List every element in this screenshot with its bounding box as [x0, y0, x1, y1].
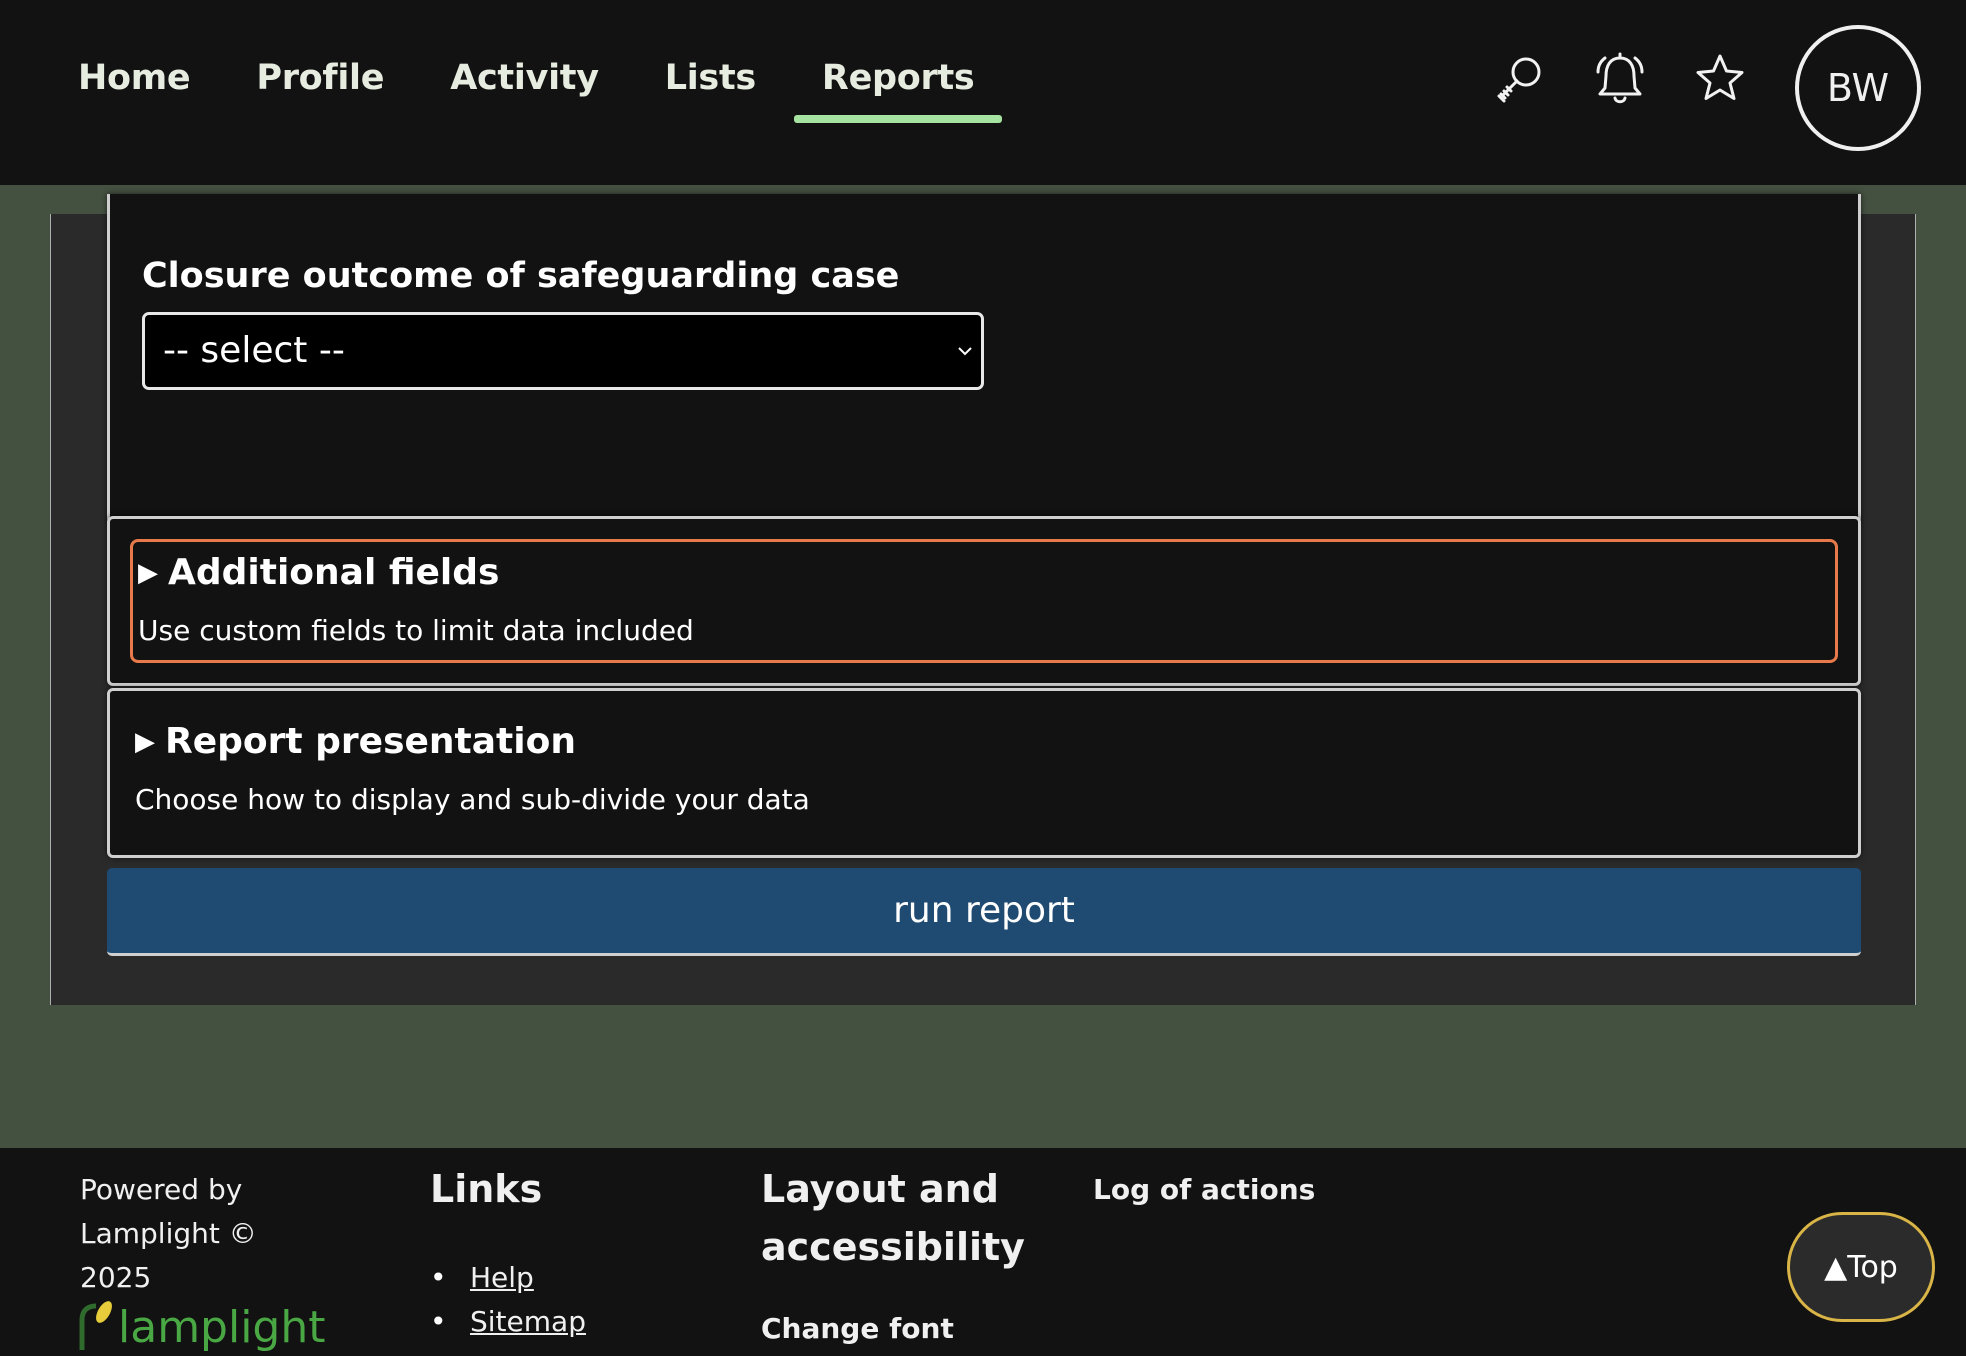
top-navigation: Home Profile Activity Lists Reports BW [0, 0, 1966, 185]
additional-fields-card: ▶ Additional fields Use custom fields to… [107, 516, 1861, 686]
nav-lists[interactable]: Lists [665, 52, 757, 104]
star-icon[interactable] [1690, 50, 1750, 110]
lamplight-logo[interactable]: lamplight [78, 1298, 326, 1350]
run-report-button[interactable]: run report [107, 868, 1861, 956]
log-of-actions-link[interactable]: Log of actions [1093, 1173, 1315, 1206]
powered-by-line: Powered by [80, 1173, 243, 1206]
report-presentation-card: ▶ Report presentation Choose how to disp… [107, 688, 1861, 858]
user-avatar[interactable]: BW [1795, 25, 1921, 151]
bell-icon[interactable] [1590, 50, 1650, 110]
layout-heading-line: Layout and [761, 1167, 999, 1211]
nav-reports[interactable]: Reports [794, 52, 1002, 123]
logo-text: lamplight [118, 1302, 326, 1353]
change-font-link[interactable]: Change font [761, 1312, 954, 1345]
expand-triangle-icon: ▶ [138, 557, 158, 588]
powered-by-line: Lamplight © [80, 1217, 257, 1250]
closure-outcome-card: Closure outcome of safeguarding case -- … [107, 194, 1861, 524]
lamp-icon [79, 1301, 112, 1350]
powered-by-year: 2025 [80, 1261, 152, 1294]
search-icon[interactable] [1490, 50, 1550, 110]
footer: Powered by Lamplight © 2025 lamplight Li… [0, 1148, 1966, 1356]
report-presentation-toggle[interactable]: ▶ Report presentation Choose how to disp… [130, 711, 1838, 835]
footer-links: Help Sitemap [430, 1256, 586, 1344]
powered-by-text: Powered by Lamplight © 2025 [80, 1168, 320, 1300]
layout-accessibility-heading: Layout and accessibility [761, 1160, 1025, 1276]
report-presentation-title: Report presentation [165, 721, 576, 762]
nav-profile[interactable]: Profile [256, 52, 384, 104]
closure-outcome-label: Closure outcome of safeguarding case [142, 256, 900, 296]
back-to-top-button[interactable]: ▲Top [1787, 1212, 1935, 1322]
help-link[interactable]: Help [470, 1261, 534, 1294]
chevron-down-icon [958, 347, 972, 356]
expand-triangle-icon: ▶ [135, 726, 155, 757]
nav-activity[interactable]: Activity [450, 52, 599, 104]
links-heading: Links [430, 1167, 543, 1211]
layout-heading-line: accessibility [761, 1225, 1025, 1269]
nav-icon-group [1490, 50, 1790, 110]
nav-home[interactable]: Home [78, 52, 191, 104]
additional-fields-title: Additional fields [168, 552, 500, 593]
report-presentation-description: Choose how to display and sub-divide you… [135, 783, 810, 816]
closure-outcome-select-value: -- select -- [163, 330, 345, 371]
main-nav: Home Profile Activity Lists Reports [78, 52, 1040, 123]
list-item: Sitemap [430, 1300, 586, 1344]
list-item: Help [430, 1256, 586, 1300]
additional-fields-description: Use custom fields to limit data included [138, 614, 694, 647]
closure-outcome-select[interactable]: -- select -- [142, 312, 984, 390]
sitemap-link[interactable]: Sitemap [470, 1305, 586, 1338]
additional-fields-toggle[interactable]: ▶ Additional fields Use custom fields to… [130, 539, 1838, 663]
report-form-panel: Closure outcome of safeguarding case -- … [50, 194, 1916, 1005]
